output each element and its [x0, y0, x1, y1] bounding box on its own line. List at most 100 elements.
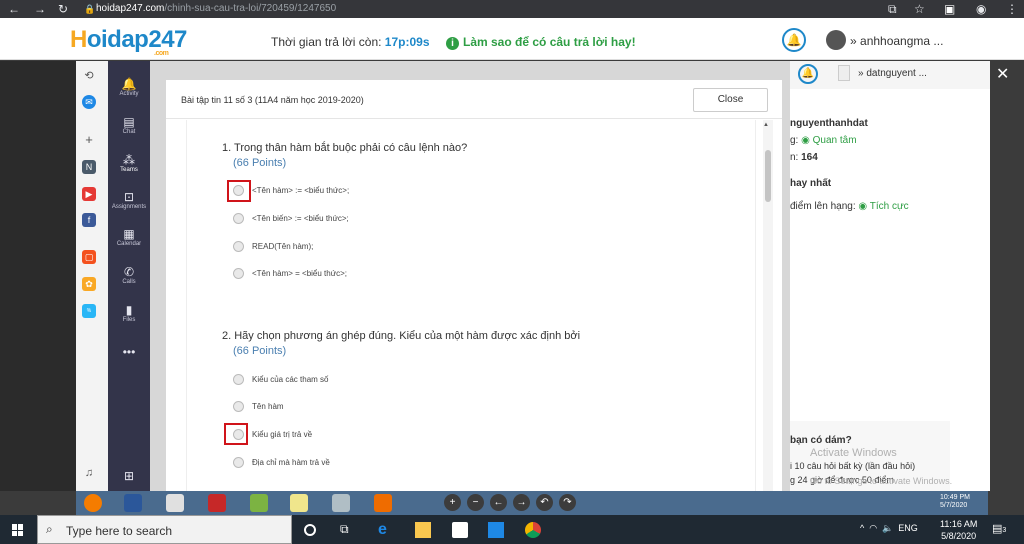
app-game-icon[interactable]: ✿	[82, 277, 96, 291]
challenge-heading: bạn có dám?	[790, 435, 852, 446]
taskbar-clock[interactable]: 11:16 AM 5/8/2020	[940, 518, 977, 542]
system-tray[interactable]: ^ ◠ 🔈 ENG	[860, 523, 918, 534]
next-icon[interactable]: →	[513, 494, 530, 511]
windows-start-icon[interactable]	[12, 524, 24, 536]
cortana-icon[interactable]	[304, 524, 316, 536]
best-heading: hay nhất	[790, 178, 832, 189]
assignment-dialog: Bài tập tin 11 số 3 (11A4 năm học 2019-2…	[166, 80, 782, 491]
messenger-icon[interactable]: ✉	[82, 95, 96, 109]
taskbar-search-box[interactable]: ⌕ Type here to search	[37, 515, 292, 544]
teams-icon: ⁂	[123, 153, 135, 167]
profile-name: nguyenthanhdat	[790, 118, 868, 129]
answer-timer: Thời gian trả lời còn: 17p:09s	[271, 35, 430, 49]
mail-icon[interactable]	[488, 522, 504, 538]
chat-icon: ▤	[123, 115, 135, 129]
youtube-icon[interactable]: ▶	[82, 187, 96, 201]
app-orange-icon[interactable]: ▢	[82, 250, 96, 264]
user-menu[interactable]: » datnguyent ...	[858, 68, 927, 79]
star-icon[interactable]: ☆	[914, 1, 925, 17]
lock-icon: 🔒	[84, 4, 96, 14]
scroll-up-icon[interactable]: ▲	[763, 122, 769, 128]
start-orb-icon	[84, 494, 102, 512]
radio-button[interactable]	[233, 213, 244, 224]
notification-icon[interactable]: ▤3	[992, 522, 1008, 538]
rail-item-more[interactable]: •••	[108, 345, 150, 359]
rail-item-calendar[interactable]: ▦ Calendar	[108, 227, 150, 247]
app-icon	[332, 494, 350, 512]
avatar[interactable]	[826, 30, 846, 50]
close-button[interactable]: Close	[693, 88, 768, 112]
inner-clock: 10:49 PM 5/7/2020	[940, 494, 970, 509]
timer-value: 17p:09s	[384, 35, 430, 49]
challenge-line-1: i 10 câu hỏi bất kỳ (lần đầu hỏi)	[790, 461, 916, 471]
store-icon[interactable]	[452, 522, 468, 538]
account-icon[interactable]: ◉	[976, 1, 986, 17]
add-icon[interactable]: +	[82, 133, 96, 147]
dialog-title: Bài tập tin 11 số 3 (11A4 năm học 2019-2…	[181, 95, 364, 105]
translate-icon[interactable]: ⧉	[888, 1, 897, 17]
site-header: Hoidap247 .com Thời gian trả lời còn: 17p…	[0, 18, 1024, 60]
previous-icon[interactable]: ←	[490, 494, 507, 511]
undo-icon[interactable]: ↶	[536, 494, 553, 511]
reload-icon[interactable]: ↻	[58, 1, 68, 17]
highlight-box	[227, 180, 251, 202]
back-arrow-icon[interactable]: ←	[8, 1, 20, 17]
chrome-icon[interactable]	[525, 522, 541, 538]
rail-item-teams[interactable]: ⁂ Teams	[108, 153, 150, 173]
radio-button[interactable]	[233, 241, 244, 252]
notion-icon[interactable]: N	[82, 160, 96, 174]
hoidap-side-panel: 🔔 » datnguyent ... nguyenthanhdat g: ◉ Q…	[790, 61, 990, 491]
menu-icon[interactable]: ⋮	[1006, 1, 1018, 17]
address-bar[interactable]: hoidap247.com/chinh-sua-cau-tra-loi/7204…	[96, 2, 336, 16]
rail-item-calls[interactable]: ✆ Calls	[108, 265, 150, 285]
history-icon[interactable]: ⟲	[82, 69, 96, 83]
timer-label: Thời gian trả lời còn:	[271, 35, 382, 49]
panel-header: 🔔 » datnguyent ...	[790, 61, 990, 89]
notification-bell-icon[interactable]: 🔔	[782, 28, 806, 52]
url-path: /chinh-sua-cau-tra-loi/720459/1247650	[164, 3, 337, 14]
avatar[interactable]	[838, 65, 850, 81]
question-2-points: (66 Points)	[233, 345, 287, 357]
zoom-out-icon[interactable]: −	[467, 494, 484, 511]
user-menu[interactable]: » anhhoangma ...	[850, 34, 943, 48]
app-icon	[208, 494, 226, 512]
app-icon	[374, 494, 392, 512]
more-icon: •••	[122, 345, 136, 359]
app-icon	[166, 494, 184, 512]
follow-link[interactable]: ◉ Quan tâm	[801, 135, 856, 146]
app-sale-icon[interactable]: %	[82, 304, 96, 318]
zoom-in-icon[interactable]: +	[444, 494, 461, 511]
notification-bell-icon[interactable]: 🔔	[798, 64, 818, 84]
assignments-icon: ⊡	[123, 190, 135, 204]
rail-item-activity[interactable]: 🔔 Activity	[108, 77, 150, 97]
language-indicator[interactable]: ENG	[898, 523, 918, 533]
background-left	[0, 61, 76, 491]
notification-bell-icon[interactable]: ♫	[82, 466, 96, 480]
divider	[166, 118, 782, 119]
files-icon: ▮	[125, 303, 133, 317]
quiz-form: 1. Trong thân hàm bắt buộc phải có câu l…	[186, 120, 756, 491]
radio-button[interactable]	[233, 457, 244, 468]
radio-button[interactable]	[233, 268, 244, 279]
redo-icon[interactable]: ↷	[559, 494, 576, 511]
facebook-icon[interactable]: f	[82, 213, 96, 227]
rail-item-chat[interactable]: ▤ Chat	[108, 115, 150, 135]
forward-arrow-icon[interactable]: →	[34, 1, 46, 17]
browser-toolbar: ← → ↻ 🔒 hoidap247.com/chinh-sua-cau-tra-…	[0, 0, 1024, 18]
activity-icon: 🔔	[121, 77, 137, 91]
rail-item-assignments[interactable]: ⊡ Assignments	[108, 190, 150, 210]
rail-item-apps[interactable]: ⊞	[108, 469, 150, 483]
extension-icon[interactable]: ▣	[944, 1, 955, 17]
task-view-icon[interactable]: ⧉	[340, 522, 356, 538]
tip-link[interactable]: i Làm sao để có câu trả lời hay!	[446, 35, 636, 50]
radio-button[interactable]	[233, 374, 244, 385]
video-taskbar: + − ← → ↶ ↷ 10:49 PM 5/7/2020	[76, 491, 988, 515]
scrollbar-thumb[interactable]	[765, 150, 771, 202]
url-host: hoidap247.com	[96, 3, 165, 14]
close-icon[interactable]: ✕	[996, 64, 1009, 84]
radio-button[interactable]	[233, 401, 244, 412]
edge-icon[interactable]: e	[378, 522, 394, 538]
file-explorer-icon[interactable]	[415, 522, 431, 538]
rail-item-files[interactable]: ▮ Files	[108, 303, 150, 323]
site-logo[interactable]: Hoidap247 .com	[70, 26, 187, 57]
